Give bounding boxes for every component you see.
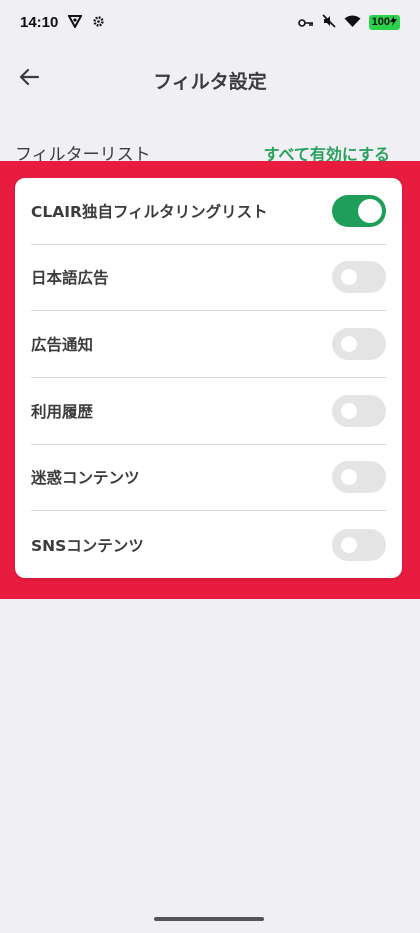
status-left: 14:10 [20,13,105,32]
toggle-knob [341,536,357,553]
toggle-knob [341,336,357,353]
home-indicator[interactable] [154,917,264,921]
filter-row: 利用履歴 [31,378,386,445]
battery-level: 100 [371,16,390,28]
filter-toggle[interactable] [332,261,386,294]
filter-label: 迷惑コンテンツ [31,469,140,488]
settings-gear-icon [92,13,105,32]
status-right: 100 [297,13,400,32]
filter-list-card: CLAIR独自フィルタリングリスト 日本語広告 広告通知 利用履歴 迷惑コンテン… [15,178,402,578]
arrow-left-icon [19,68,40,90]
wifi-icon [344,13,361,32]
app-header: フィルタ設定 [0,56,420,104]
mute-icon [322,13,336,32]
filter-label: 利用履歴 [31,402,94,421]
filter-row: CLAIR独自フィルタリングリスト [31,178,386,245]
filter-row: 迷惑コンテンツ [31,445,386,512]
filter-row: 広告通知 [31,311,386,378]
back-button[interactable] [14,64,44,94]
status-bar: 14:10 100 [0,0,420,44]
battery-indicator: 100 [368,14,400,30]
charging-icon [390,15,397,29]
toggle-knob [341,469,357,486]
toggle-knob [358,198,382,223]
filter-toggle[interactable] [332,461,386,494]
filter-label: 広告通知 [31,336,94,355]
filter-row: 日本語広告 [31,245,386,312]
toggle-knob [341,402,357,419]
filter-toggle[interactable] [332,328,386,361]
filter-label: 日本語広告 [31,269,109,288]
status-time: 14:10 [20,13,59,31]
filter-toggle[interactable] [332,394,386,427]
toggle-knob [341,269,357,286]
page-title: フィルタ設定 [153,70,267,93]
filter-toggle[interactable] [332,194,386,227]
filter-label: CLAIR独自フィルタリングリスト [31,202,268,221]
vpn-shield-icon [67,13,84,32]
key-icon [297,13,314,32]
filter-label: SNSコンテンツ [31,536,144,555]
filter-toggle[interactable] [332,528,386,561]
filter-row: SNSコンテンツ [31,511,386,578]
